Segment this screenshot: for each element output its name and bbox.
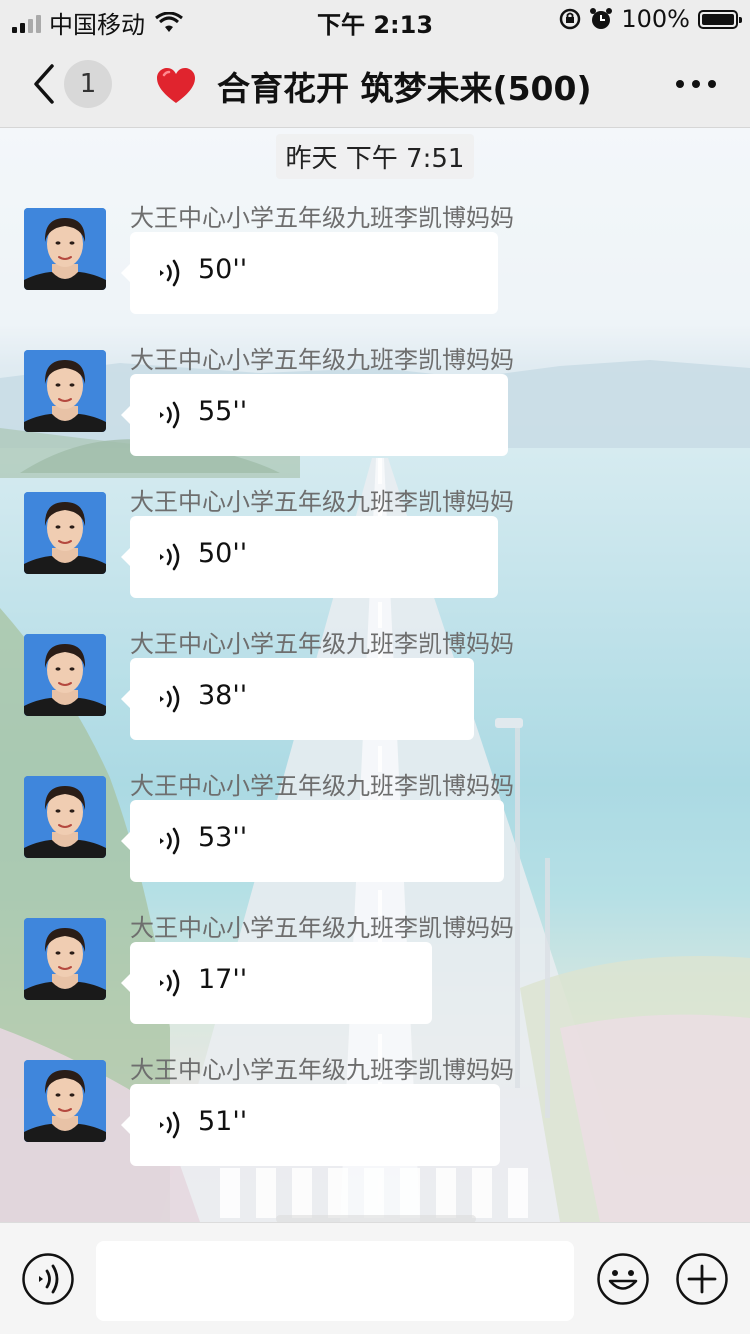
voice-bubble[interactable]: 38'' xyxy=(121,658,474,740)
voice-bubble[interactable]: 53'' xyxy=(121,800,504,882)
avatar[interactable] xyxy=(24,1060,106,1142)
status-bar: 中国移动 下午 2:13 100% xyxy=(0,0,750,40)
avatar-portrait xyxy=(24,918,106,1000)
sender-name: 大王中心小学五年级九班李凯博妈妈 xyxy=(130,346,514,374)
avatar[interactable] xyxy=(24,776,106,858)
chat-title: 合育花开 筑梦未来(500) xyxy=(155,62,592,110)
red-heart-icon xyxy=(157,68,195,103)
more-dot xyxy=(676,80,684,88)
scroll-indicator xyxy=(276,1215,476,1223)
voice-duration: 17'' xyxy=(198,964,248,995)
avatar-portrait xyxy=(24,492,106,574)
voice-message: 大王中心小学五年级九班李凯博妈妈 53'' xyxy=(24,772,724,896)
avatar-portrait xyxy=(24,634,106,716)
voice-message: 大王中心小学五年级九班李凯博妈妈 55'' xyxy=(24,346,724,470)
avatar[interactable] xyxy=(24,918,106,1000)
plus-circle-icon[interactable] xyxy=(675,1252,729,1306)
voice-wave-icon xyxy=(160,401,180,429)
voice-wave-icon xyxy=(160,827,180,855)
voice-wave-icon xyxy=(160,543,180,571)
voice-duration: 55'' xyxy=(198,396,248,427)
timestamp-text: 昨天 下午 7:51 xyxy=(275,134,475,179)
voice-bubble[interactable]: 50'' xyxy=(121,516,498,598)
voice-duration: 51'' xyxy=(198,1106,248,1137)
avatar[interactable] xyxy=(24,350,106,432)
voice-bubble[interactable]: 51'' xyxy=(121,1084,500,1166)
sender-name: 大王中心小学五年级九班李凯博妈妈 xyxy=(130,488,514,516)
voice-message: 大王中心小学五年级九班李凯博妈妈 50'' xyxy=(24,488,724,612)
voice-duration: 50'' xyxy=(198,538,248,569)
more-dot xyxy=(708,80,716,88)
sender-name: 大王中心小学五年级九班李凯博妈妈 xyxy=(130,630,514,658)
voice-duration: 50'' xyxy=(198,254,248,285)
sender-name: 大王中心小学五年级九班李凯博妈妈 xyxy=(130,204,514,232)
voice-message: 大王中心小学五年级九班李凯博妈妈 51'' xyxy=(24,1056,724,1180)
voice-bubble[interactable]: 55'' xyxy=(121,374,508,456)
avatar-portrait xyxy=(24,776,106,858)
message-list[interactable]: 昨天 下午 7:51 大王中心小学五年级九班李凯博妈妈 50'' 大王中心小学五… xyxy=(0,128,750,1222)
voice-wave-icon xyxy=(160,259,180,287)
unread-count-badge[interactable]: 1 xyxy=(64,60,112,108)
chat-title-text: 合育花开 筑梦未来(500) xyxy=(217,69,592,108)
avatar[interactable] xyxy=(24,208,106,290)
voice-input-toggle-icon[interactable] xyxy=(21,1252,75,1306)
wechat-group-chat-screen: 中国移动 下午 2:13 100% 1 合育花开 筑梦未来(500) 昨天 下午… xyxy=(0,0,750,1334)
avatar-portrait xyxy=(24,350,106,432)
chat-input-bar xyxy=(0,1215,750,1334)
alarm-icon xyxy=(590,8,613,29)
avatar[interactable] xyxy=(24,492,106,574)
voice-message: 大王中心小学五年级九班李凯博妈妈 38'' xyxy=(24,630,724,754)
voice-wave-icon xyxy=(160,969,180,997)
voice-bubble[interactable]: 17'' xyxy=(121,942,432,1024)
battery-level-fill xyxy=(702,13,734,25)
avatar-portrait xyxy=(24,208,106,290)
battery-percent: 100% xyxy=(621,5,690,33)
chat-nav-bar: 1 合育花开 筑梦未来(500) xyxy=(0,40,750,128)
sender-name: 大王中心小学五年级九班李凯博妈妈 xyxy=(130,914,514,942)
more-dot xyxy=(692,80,700,88)
voice-message: 大王中心小学五年级九班李凯博妈妈 50'' xyxy=(24,204,724,328)
voice-duration: 38'' xyxy=(198,680,248,711)
avatar[interactable] xyxy=(24,634,106,716)
back-chevron-icon[interactable] xyxy=(30,62,60,106)
more-options-button[interactable] xyxy=(676,74,716,94)
sender-name: 大王中心小学五年级九班李凯博妈妈 xyxy=(130,772,514,800)
avatar-portrait xyxy=(24,1060,106,1142)
voice-duration: 53'' xyxy=(198,822,248,853)
voice-wave-icon xyxy=(160,685,180,713)
message-input[interactable] xyxy=(96,1241,574,1321)
voice-message: 大王中心小学五年级九班李凯博妈妈 17'' xyxy=(24,914,724,1038)
voice-bubble[interactable]: 50'' xyxy=(121,232,498,314)
battery-icon xyxy=(698,9,742,29)
timestamp-divider: 昨天 下午 7:51 xyxy=(0,134,750,179)
sender-name: 大王中心小学五年级九班李凯博妈妈 xyxy=(130,1056,514,1084)
voice-wave-icon xyxy=(160,1111,180,1139)
smiley-icon[interactable] xyxy=(596,1252,650,1306)
orientation-lock-icon xyxy=(560,8,581,30)
